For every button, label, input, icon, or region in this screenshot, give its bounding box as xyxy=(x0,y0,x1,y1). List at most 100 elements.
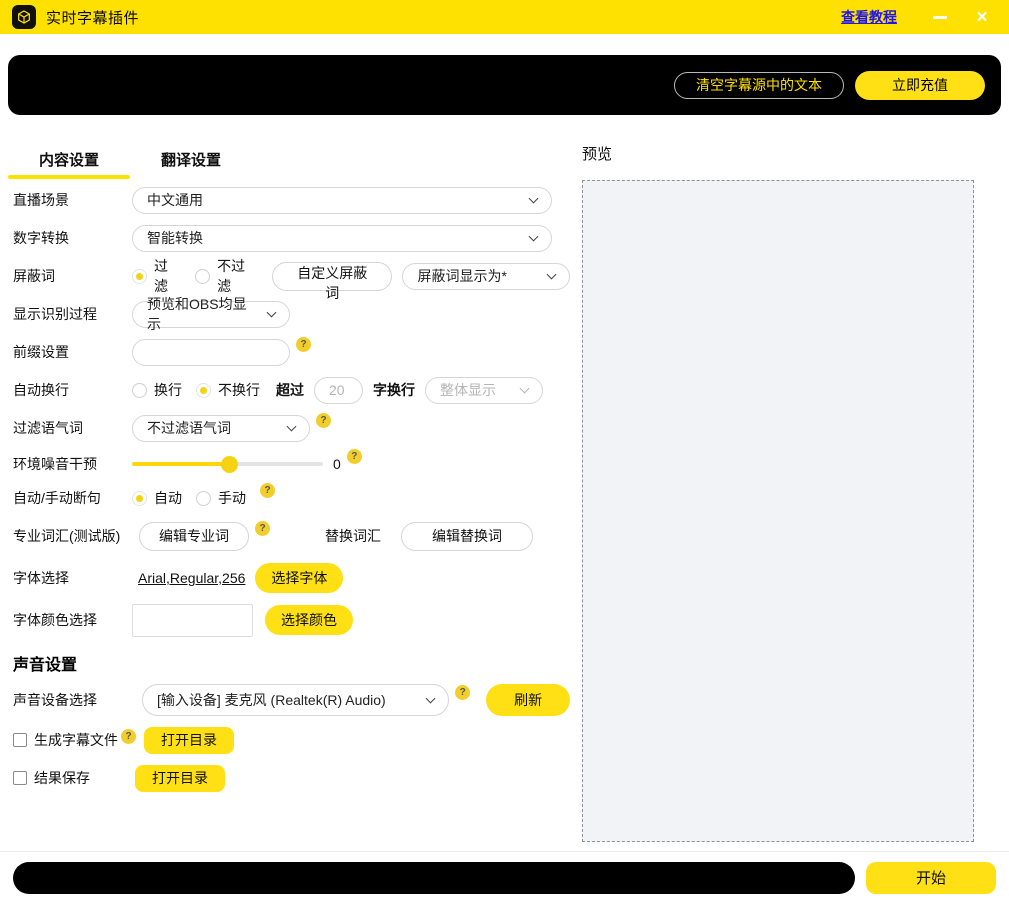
open-subtitle-dir-button[interactable]: 打开目录 xyxy=(144,727,234,754)
radio-checked-icon xyxy=(132,269,147,284)
edit-pro-vocab-button[interactable]: 编辑专业词 xyxy=(139,522,249,551)
sound-device-row: 声音设备选择 [输入设备] 麦克风 (Realtek(R) Audio) ? 刷… xyxy=(13,679,570,721)
sentence-break-row: 自动/手动断句 自动 手动 ? xyxy=(13,481,570,515)
wrap-mode-value: 整体显示 xyxy=(440,380,496,400)
choose-font-button[interactable]: 选择字体 xyxy=(255,563,343,593)
tab-content-settings[interactable]: 内容设置 xyxy=(8,135,130,181)
live-scene-row: 直播场景 中文通用 xyxy=(13,181,570,219)
result-save-label: 结果保存 xyxy=(34,768,135,788)
show-process-row: 显示识别过程 预览和OBS均显示 xyxy=(13,295,570,333)
app-window: 实时字幕插件 查看教程 × 清空字幕源中的文本 立即充值 内容设置 翻译设置 直… xyxy=(0,0,1009,903)
blocked-words-display-value: 屏蔽词显示为* xyxy=(417,266,506,286)
radio-checked-icon xyxy=(196,383,211,398)
over-label: 超过 xyxy=(276,380,304,400)
number-convert-select[interactable]: 智能转换 xyxy=(132,225,552,252)
auto-break-radio[interactable]: 自动 xyxy=(132,488,182,508)
font-select-label: 字体选择 xyxy=(13,568,132,588)
radio-nofilter-label: 不过滤 xyxy=(217,256,258,296)
sentence-break-help-icon[interactable]: ? xyxy=(260,483,275,498)
close-button[interactable]: × xyxy=(967,4,997,30)
status-bar xyxy=(13,862,855,894)
chevron-down-icon xyxy=(426,693,436,703)
open-result-dir-button[interactable]: 打开目录 xyxy=(135,765,225,792)
radio-unchecked-icon xyxy=(195,269,210,284)
live-scene-value: 中文通用 xyxy=(147,190,203,210)
footer-bar: 开始 xyxy=(0,851,1009,903)
sound-device-select[interactable]: [输入设备] 麦克风 (Realtek(R) Audio) xyxy=(142,684,449,716)
sound-device-help-icon[interactable]: ? xyxy=(455,685,470,700)
custom-blocked-words-button[interactable]: 自定义屏蔽词 xyxy=(272,262,393,291)
minimize-button[interactable] xyxy=(925,4,955,30)
prefix-input[interactable] xyxy=(132,339,290,366)
radio-manual-label: 手动 xyxy=(218,488,246,508)
wrap-mode-select[interactable]: 整体显示 xyxy=(425,377,543,404)
sound-settings-header: 声音设置 xyxy=(13,651,570,675)
clear-subtitle-source-button[interactable]: 清空字幕源中的文本 xyxy=(674,72,844,99)
blocked-words-label: 屏蔽词 xyxy=(13,266,132,286)
replace-vocab-label: 替换词汇 xyxy=(325,526,381,546)
manual-break-radio[interactable]: 手动 xyxy=(196,488,246,508)
preview-label: 预览 xyxy=(582,143,1009,164)
filler-filter-value: 不过滤语气词 xyxy=(147,418,231,438)
radio-unchecked-icon xyxy=(132,383,147,398)
refresh-device-button[interactable]: 刷新 xyxy=(486,684,570,716)
show-process-select[interactable]: 预览和OBS均显示 xyxy=(132,301,290,328)
choose-color-button[interactable]: 选择颜色 xyxy=(265,605,353,635)
close-icon: × xyxy=(976,8,987,27)
sentence-break-label: 自动/手动断句 xyxy=(13,488,132,508)
tutorial-link[interactable]: 查看教程 xyxy=(841,7,897,27)
noise-label: 环境噪音干预 xyxy=(13,454,132,474)
noise-row: 环境噪音干预 0 ? xyxy=(13,447,570,481)
noise-slider-thumb[interactable] xyxy=(221,456,238,473)
char-wrap-label: 字换行 xyxy=(373,380,415,400)
blocked-words-nofilter-radio[interactable]: 不过滤 xyxy=(195,256,258,296)
subtitle-file-help-icon[interactable]: ? xyxy=(121,729,136,744)
blocked-words-row: 屏蔽词 过滤 不过滤 自定义屏蔽词 屏蔽词显示为* xyxy=(13,257,570,295)
filler-filter-select[interactable]: 不过滤语气词 xyxy=(132,415,310,442)
radio-nowrap-label: 不换行 xyxy=(218,380,260,400)
subtitle-file-row: 生成字幕文件 ? 打开目录 xyxy=(13,721,570,759)
auto-wrap-row: 自动换行 换行 不换行 超过 字换行 整体显示 xyxy=(13,371,570,409)
number-convert-label: 数字转换 xyxy=(13,228,132,248)
pro-vocab-help-icon[interactable]: ? xyxy=(255,521,270,536)
live-scene-label: 直播场景 xyxy=(13,190,132,210)
current-font-link[interactable]: Arial,Regular,256 xyxy=(138,570,245,586)
result-save-checkbox[interactable] xyxy=(13,771,27,785)
filler-filter-row: 过滤语气词 不过滤语气词 ? xyxy=(13,409,570,447)
title-bar: 实时字幕插件 查看教程 × xyxy=(0,0,1009,34)
font-color-input[interactable] xyxy=(132,604,253,637)
main-area: 内容设置 翻译设置 直播场景 中文通用 数字转换 智能转换 xyxy=(0,135,1009,842)
chevron-down-icon xyxy=(529,193,539,203)
tab-translation-settings[interactable]: 翻译设置 xyxy=(130,135,252,181)
recharge-button[interactable]: 立即充值 xyxy=(855,71,985,100)
nowrap-radio[interactable]: 不换行 xyxy=(196,380,260,400)
noise-slider[interactable] xyxy=(132,456,323,472)
live-scene-select[interactable]: 中文通用 xyxy=(132,187,552,214)
edit-replace-vocab-button[interactable]: 编辑替换词 xyxy=(401,522,533,551)
subtitle-file-checkbox[interactable] xyxy=(13,733,27,747)
subtitle-file-label: 生成字幕文件 xyxy=(34,730,118,750)
prefix-help-icon[interactable]: ? xyxy=(296,337,311,352)
result-save-row: 结果保存 打开目录 xyxy=(13,759,570,797)
prefix-label: 前缀设置 xyxy=(13,342,132,362)
blocked-words-filter-radio[interactable]: 过滤 xyxy=(132,256,181,296)
filler-filter-label: 过滤语气词 xyxy=(13,418,132,438)
number-convert-value: 智能转换 xyxy=(147,228,203,248)
blocked-words-display-select[interactable]: 屏蔽词显示为* xyxy=(402,263,570,290)
settings-panel: 内容设置 翻译设置 直播场景 中文通用 数字转换 智能转换 xyxy=(0,135,570,842)
number-convert-row: 数字转换 智能转换 xyxy=(13,219,570,257)
show-process-label: 显示识别过程 xyxy=(13,304,132,324)
prefix-row: 前缀设置 ? xyxy=(13,333,570,371)
vocab-row: 专业词汇(测试版) 编辑专业词 ? 替换词汇 编辑替换词 xyxy=(13,515,570,557)
noise-help-icon[interactable]: ? xyxy=(347,449,362,464)
font-color-label: 字体颜色选择 xyxy=(13,610,132,630)
filler-filter-help-icon[interactable]: ? xyxy=(316,413,331,428)
noise-value: 0 xyxy=(333,456,341,472)
chevron-down-icon xyxy=(520,383,530,393)
start-button[interactable]: 开始 xyxy=(866,862,996,894)
chevron-down-icon xyxy=(267,307,277,317)
wrap-count-input[interactable] xyxy=(314,377,363,404)
radio-unchecked-icon xyxy=(196,491,211,506)
wrap-radio[interactable]: 换行 xyxy=(132,380,182,400)
minimize-icon xyxy=(933,16,947,19)
